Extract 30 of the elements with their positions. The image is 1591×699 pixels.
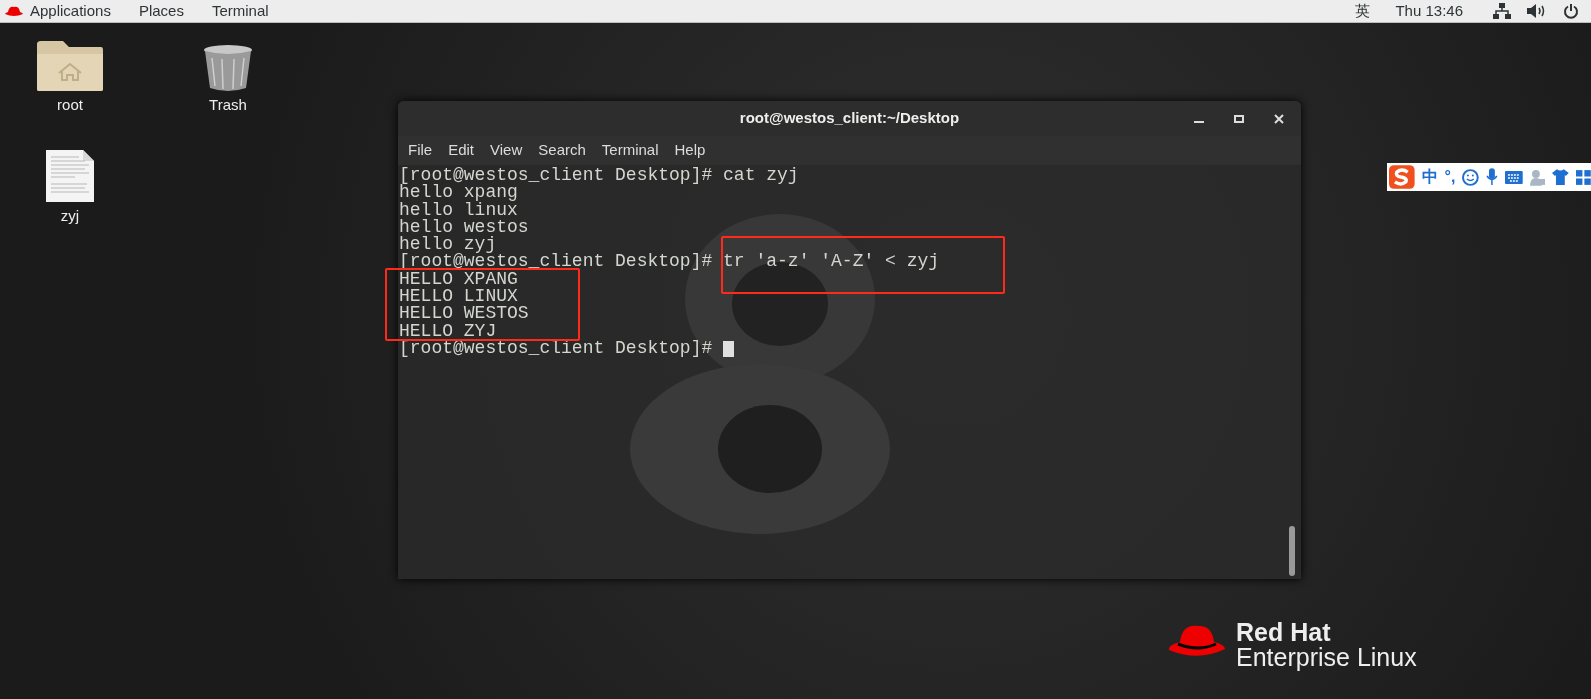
menu-item[interactable]: File xyxy=(400,139,441,162)
terminal-line: hello xpang xyxy=(399,184,518,202)
brand-name: Red Hat xyxy=(1236,620,1332,645)
input-method-indicator[interactable]: 英 xyxy=(1355,0,1371,23)
desktop-icon-label[interactable]: root xyxy=(57,96,83,114)
terminal-line: [root@westos_client Desktop]# cat zyj xyxy=(399,167,799,185)
top-bar-menu[interactable]: Places xyxy=(138,0,184,23)
desktop-icon-label[interactable]: Trash xyxy=(209,96,247,114)
menu-item[interactable]: Search xyxy=(530,139,594,162)
terminal-line: [root@westos_client Desktop]# tr 'a-z' 'A-Z' < zyj xyxy=(399,253,940,271)
terminal-line: HELLO WESTOS xyxy=(399,305,529,323)
terminal-line: hello westos xyxy=(399,218,529,237)
terminal-line: hello zyj xyxy=(399,236,497,254)
terminal-line: [root@westos_client Desktop]# xyxy=(399,339,714,358)
menu-item[interactable]: View xyxy=(482,139,531,162)
top-bar-menu[interactable]: Applications xyxy=(30,0,111,23)
menu-item[interactable]: Terminal xyxy=(593,139,667,162)
terminal-line: hello linux xyxy=(399,201,518,219)
clock[interactable]: Thu 13:46 xyxy=(1395,0,1463,23)
punctuation-toggle[interactable]: °, xyxy=(1444,165,1456,189)
desktop-icon-label[interactable]: zyj xyxy=(60,207,80,225)
terminal-line: HELLO ZYJ xyxy=(399,322,497,340)
terminal-line: HELLO LINUX xyxy=(399,288,518,306)
menu-item[interactable]: Help xyxy=(666,139,714,162)
product-name: Enterprise Linux xyxy=(1236,645,1417,670)
terminal-line: HELLO XPANG xyxy=(399,270,518,289)
top-bar-menu[interactable]: Terminal xyxy=(211,0,269,23)
chinese-mode-toggle[interactable]: 中 xyxy=(1421,165,1438,189)
window-title: root@westos_client:~/Desktop xyxy=(739,108,960,129)
menu-item[interactable]: Edit xyxy=(440,139,483,162)
